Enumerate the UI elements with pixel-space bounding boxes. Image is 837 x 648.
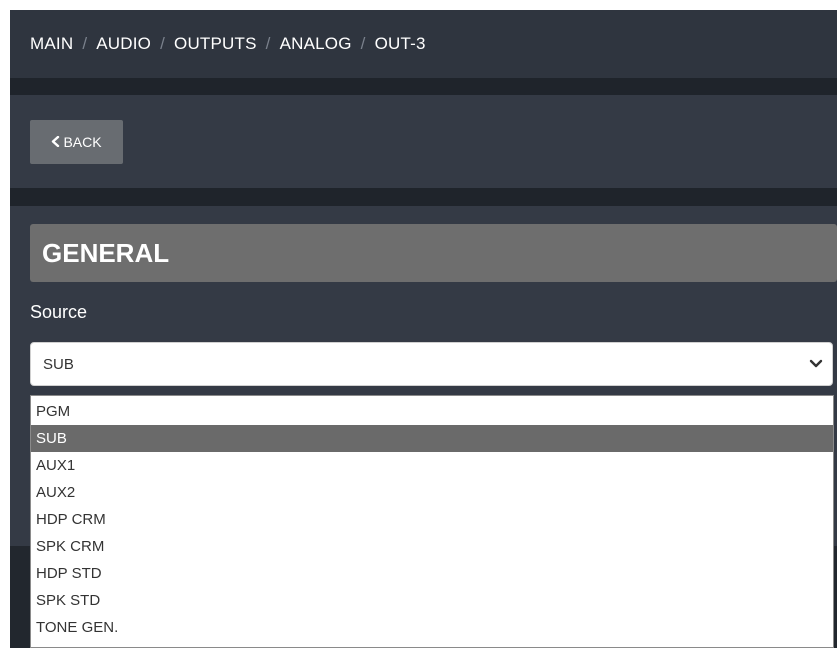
option-aux1[interactable]: AUX1 <box>31 452 833 479</box>
breadcrumb-separator: / <box>160 34 166 53</box>
breadcrumb-analog[interactable]: ANALOG <box>280 34 352 54</box>
breadcrumb-separator: / <box>265 34 271 53</box>
divider <box>10 78 837 95</box>
breadcrumb-audio[interactable]: AUDIO <box>96 34 151 54</box>
source-dropdown-list: PGM SUB AUX1 AUX2 HDP CRM SPK CRM HDP ST… <box>30 395 834 648</box>
divider <box>10 188 837 206</box>
breadcrumb-separator: / <box>360 34 366 53</box>
section-title: GENERAL <box>30 224 837 282</box>
option-hdp-crm[interactable]: HDP CRM <box>31 506 833 533</box>
back-button-label: BACK <box>63 134 102 150</box>
breadcrumb-outputs[interactable]: OUTPUTS <box>174 34 257 54</box>
breadcrumb-main[interactable]: MAIN <box>30 34 73 54</box>
option-hdp-std[interactable]: HDP STD <box>31 560 833 587</box>
option-pgm[interactable]: PGM <box>31 398 833 425</box>
option-tone-gen[interactable]: TONE GEN. <box>31 614 833 641</box>
toolbar-panel: BACK <box>10 95 837 188</box>
breadcrumb: MAIN / AUDIO / OUTPUTS / ANALOG / OUT-3 <box>10 10 837 78</box>
source-label: Source <box>30 302 88 322</box>
app-frame: MAIN / AUDIO / OUTPUTS / ANALOG / OUT-3 … <box>0 0 837 648</box>
option-sub[interactable]: SUB <box>31 425 833 452</box>
option-spk-std[interactable]: SPK STD <box>31 587 833 614</box>
chevron-left-icon <box>51 135 60 150</box>
source-select-value: SUB <box>43 355 74 373</box>
breadcrumb-current: OUT-3 <box>374 34 426 53</box>
option-aux2[interactable]: AUX2 <box>31 479 833 506</box>
back-button[interactable]: BACK <box>30 120 123 164</box>
option-spk-crm[interactable]: SPK CRM <box>31 533 833 560</box>
source-select[interactable]: SUB <box>30 342 833 386</box>
chevron-down-icon <box>808 355 824 371</box>
breadcrumb-separator: / <box>82 34 88 53</box>
